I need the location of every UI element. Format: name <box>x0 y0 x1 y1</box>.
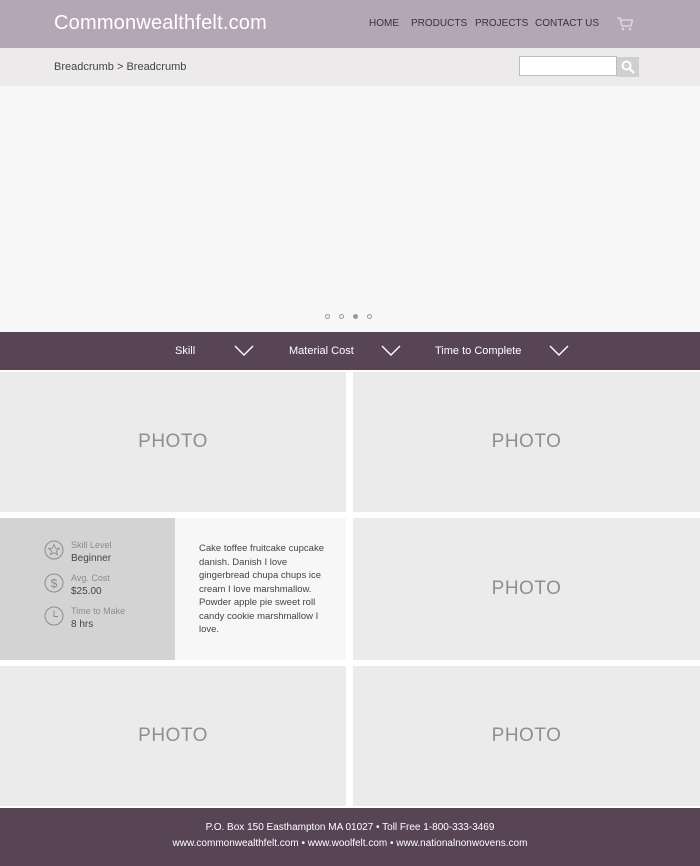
carousel-dot[interactable] <box>339 314 344 319</box>
carousel-indicators <box>325 314 372 319</box>
skill-level-label: Skill Level <box>71 540 112 550</box>
project-description: Cake toffee fruitcake cupcake danish. Da… <box>199 543 324 635</box>
hero-carousel <box>0 86 700 332</box>
chevron-down-icon[interactable] <box>234 345 254 357</box>
photo-placeholder: PHOTO <box>138 431 208 452</box>
site-header: Commonwealthfelt.com HOME PRODUCTS PROJE… <box>0 0 700 48</box>
project-info-panel[interactable]: Skill Level Beginner $ Avg. Cost $25.00 … <box>0 518 175 660</box>
search-button[interactable] <box>617 57 639 77</box>
chevron-down-icon[interactable] <box>549 345 569 357</box>
project-tile-photo[interactable]: PHOTO <box>353 372 700 512</box>
project-tile-photo[interactable]: PHOTO <box>0 666 346 806</box>
filter-time-to-complete[interactable]: Time to Complete <box>435 332 555 370</box>
filter-time-label: Time to Complete <box>435 345 522 357</box>
project-tile-photo[interactable]: PHOTO <box>353 666 700 806</box>
cart-icon[interactable] <box>617 17 633 31</box>
time-to-make-value: 8 hrs <box>71 619 94 630</box>
carousel-dot-active[interactable] <box>353 314 358 319</box>
chevron-down-icon[interactable] <box>381 345 401 357</box>
time-to-make-label: Time to Make <box>71 606 126 616</box>
carousel-dot[interactable] <box>325 314 330 319</box>
skill-level-value: Beginner <box>71 553 112 564</box>
nav-projects[interactable]: PROJECTS <box>475 18 528 29</box>
site-logo[interactable]: Commonwealthfelt.com <box>54 12 267 35</box>
footer-address: P.O. Box 150 Easthampton MA 01027 • Toll… <box>205 822 495 833</box>
photo-placeholder: PHOTO <box>491 431 562 452</box>
project-description-panel[interactable]: Cake toffee fruitcake cupcake danish. Da… <box>175 518 346 660</box>
avg-cost-label: Avg. Cost <box>71 573 110 583</box>
photo-placeholder: PHOTO <box>491 725 562 746</box>
filter-material-cost[interactable]: Material Cost <box>289 332 389 370</box>
photo-placeholder: PHOTO <box>138 725 208 746</box>
dollar-icon: $ <box>44 573 64 593</box>
star-icon <box>44 540 64 560</box>
search-icon <box>621 60 635 74</box>
footer-links[interactable]: www.commonwealthfelt.com • www.woolfelt.… <box>0 838 700 849</box>
project-tile-photo[interactable]: PHOTO <box>0 372 346 512</box>
svg-text:$: $ <box>51 577 58 591</box>
nav-contact-us[interactable]: CONTACT US <box>535 18 599 29</box>
search-input[interactable] <box>519 56 617 76</box>
filter-bar: Skill Material Cost Time to Complete <box>0 332 700 370</box>
nav-home[interactable]: HOME <box>369 18 399 29</box>
project-tile-photo[interactable]: PHOTO <box>353 518 700 660</box>
nav-products[interactable]: PRODUCTS <box>411 18 467 29</box>
clock-icon <box>44 606 64 626</box>
site-footer: P.O. Box 150 Easthampton MA 01027 • Toll… <box>0 808 700 866</box>
carousel-dot[interactable] <box>367 314 372 319</box>
filter-material-cost-label: Material Cost <box>289 345 354 357</box>
breadcrumb-bar: Breadcrumb > Breadcrumb <box>0 48 700 86</box>
photo-placeholder: PHOTO <box>491 578 562 599</box>
filter-skill-label: Skill <box>175 345 196 357</box>
avg-cost-value: $25.00 <box>71 586 102 597</box>
breadcrumb[interactable]: Breadcrumb > Breadcrumb <box>54 61 186 73</box>
